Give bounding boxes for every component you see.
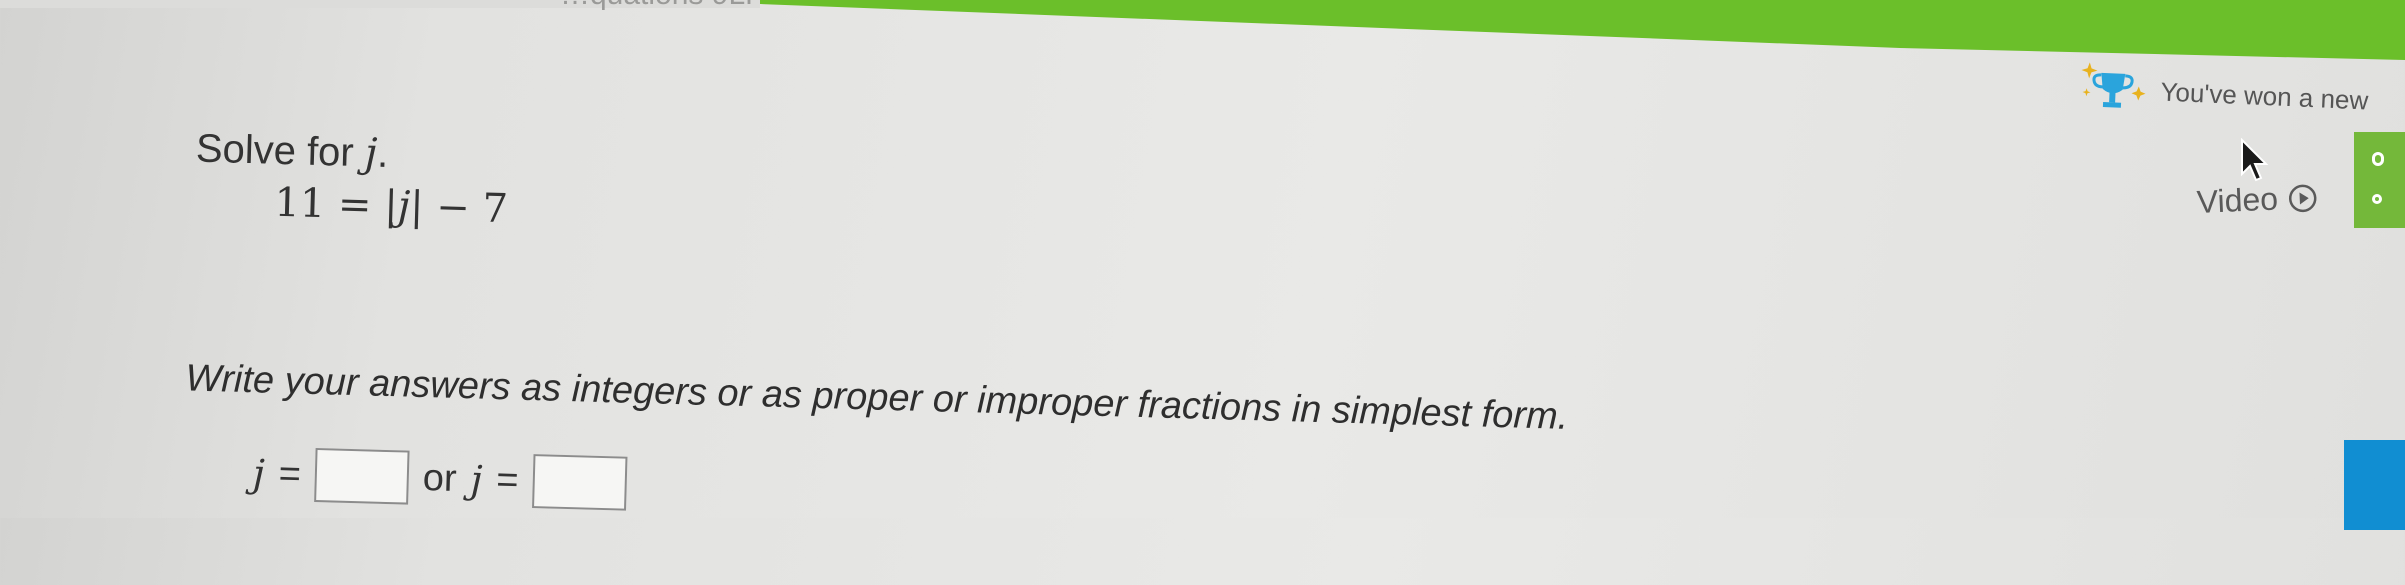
video-button[interactable]: Video [2196, 179, 2319, 221]
side-green-button[interactable] [2354, 132, 2405, 228]
question-prompt: Solve for j. [195, 126, 389, 177]
mouse-pointer-icon [2241, 138, 2269, 182]
answer-variable-1: j [252, 451, 266, 496]
prompt-period: . [376, 131, 389, 176]
side-button-icon [2372, 152, 2384, 166]
equation-left: 11 = | [273, 179, 399, 230]
or-connector: or [422, 456, 458, 500]
equals-sign-1: = [278, 452, 302, 496]
equation: 11 = |j| − 7 [274, 180, 509, 233]
answer-variable-2: j [469, 457, 484, 502]
side-blue-button[interactable] [2344, 440, 2405, 530]
side-button-icon-lower [2372, 194, 2382, 204]
video-label: Video [2196, 180, 2279, 220]
answer-row: j = or j = [252, 443, 628, 513]
trophy-notification[interactable]: You've won a new [2079, 58, 2369, 130]
trophy-message: You've won a new [2159, 75, 2369, 116]
prompt-text: Solve for [195, 126, 366, 176]
page-header-title: …quations 9LF [560, 0, 763, 12]
question-panel: Solve for j. 11 = |j| − 7 Write your ans… [0, 0, 2404, 585]
answer-input-2[interactable] [531, 454, 628, 511]
equation-right: | − 7 [409, 183, 509, 233]
trophy-icon [2081, 62, 2146, 108]
equals-sign-2: = [495, 458, 520, 502]
answer-input-1[interactable] [314, 447, 410, 505]
answer-instructions: Write your answers as integers or as pro… [184, 357, 1569, 438]
play-circle-icon [2289, 184, 2317, 212]
